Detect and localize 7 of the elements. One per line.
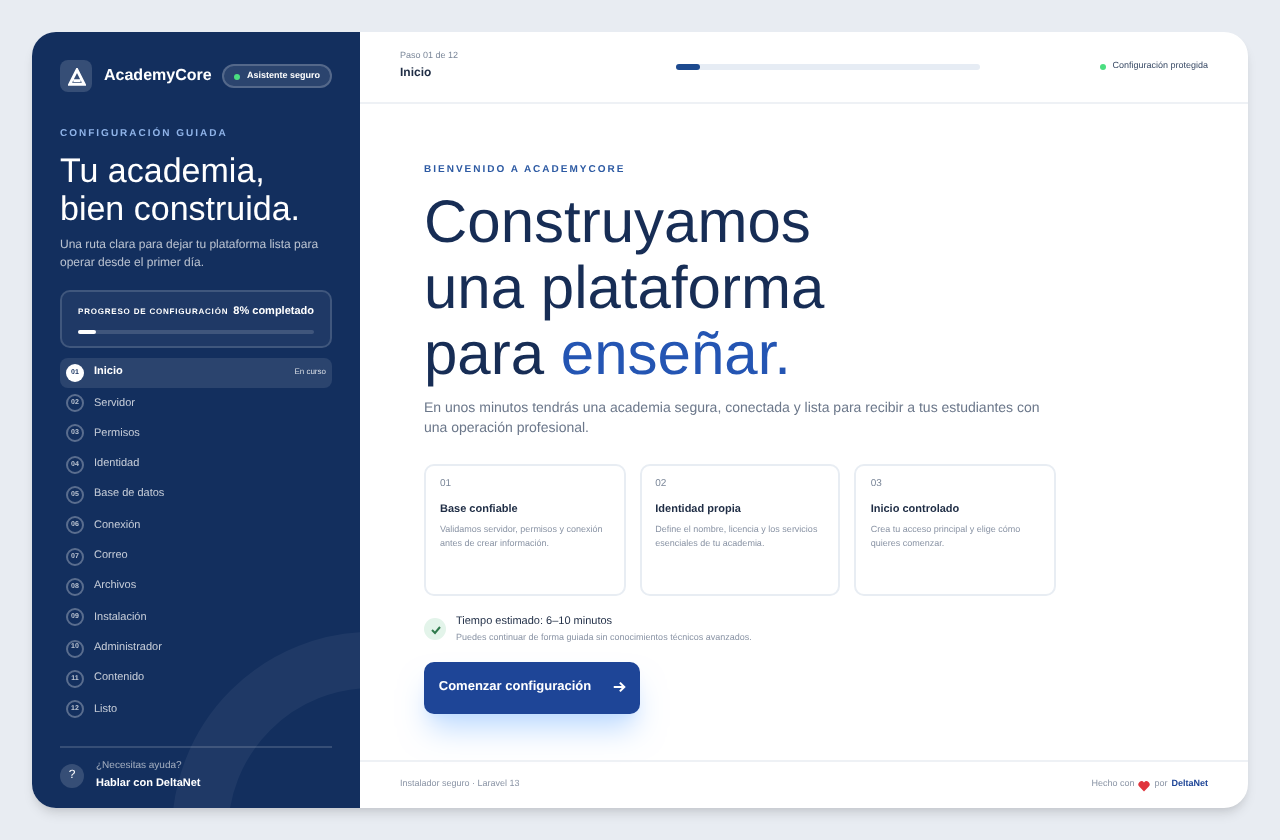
logo-icon bbox=[60, 60, 92, 92]
check-icon bbox=[424, 618, 446, 640]
heart-icon bbox=[1138, 779, 1151, 791]
brand-name: AcademyCore bbox=[104, 64, 212, 88]
arrow-icon bbox=[611, 680, 626, 694]
sidebar-title: Tu academia, bien construida. bbox=[60, 151, 303, 227]
main-heading: Construyamos una plataforma para enseñar. bbox=[424, 189, 827, 387]
